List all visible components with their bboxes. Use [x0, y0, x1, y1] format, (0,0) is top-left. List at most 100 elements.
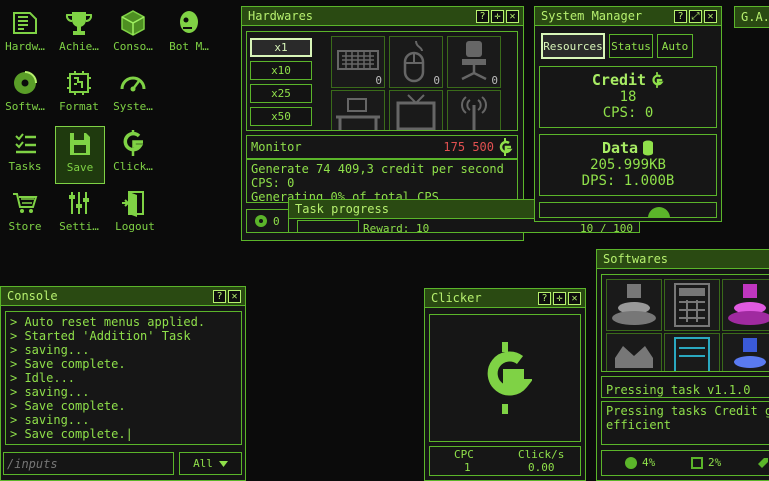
desktop-icon-label: Format [59, 100, 99, 113]
hardware-chair-item[interactable]: 0 [447, 36, 501, 88]
multiplier-x10-button[interactable]: x10 [250, 61, 312, 80]
click-area-button[interactable] [429, 314, 581, 442]
press-blue-icon [734, 338, 766, 368]
tag-icon [758, 458, 768, 468]
close-button[interactable]: ✕ [704, 9, 717, 23]
console-line: > saving... [10, 343, 90, 357]
gauge-icon [648, 207, 670, 217]
window-title: System Manager [541, 9, 643, 23]
desktop-icon-softwares[interactable]: Softw… [0, 66, 50, 113]
desktop-icon-label: Save [66, 161, 94, 174]
console-line: > saving... [10, 385, 90, 399]
hardwares-titlebar[interactable]: Hardwares ? ✛ ✕ [242, 7, 523, 26]
software-name-bar: Pressing task v1.1.0 [601, 376, 769, 398]
credit-icon [487, 342, 532, 414]
trophy-icon [54, 6, 104, 40]
tab-resources[interactable]: Resources [541, 33, 605, 59]
desktop-icon-label: Setti… [59, 220, 99, 233]
desktop-icon-label: Bot M… [169, 40, 209, 53]
close-button[interactable]: ✕ [506, 9, 519, 23]
system-manager-titlebar[interactable]: System Manager ? ⤢ ✕ [535, 7, 721, 26]
multiplier-x1-button[interactable]: x1 [250, 38, 312, 57]
software-item[interactable] [664, 333, 720, 371]
console-titlebar[interactable]: Console ? ✕ [1, 287, 245, 306]
desktop-icon-console[interactable]: Conso… [108, 6, 158, 53]
multiplier-x50-button[interactable]: x50 [250, 107, 312, 126]
software-item[interactable] [664, 279, 720, 331]
tv-icon [396, 94, 436, 130]
floppy-icon [56, 127, 104, 161]
desktop-icon-store[interactable]: Store [0, 186, 50, 233]
hardware-name: Monitor [251, 140, 302, 154]
credit-icon [499, 138, 513, 156]
data-panel: Data 205.999KB DPS: 1.000B [539, 134, 717, 196]
desktop-icon-achievements[interactable]: Achie… [54, 6, 104, 53]
desktop-icon-system[interactable]: Syste… [108, 66, 158, 113]
gauge-icon [108, 66, 158, 100]
software-item[interactable] [606, 279, 662, 331]
tab-status[interactable]: Status [609, 34, 653, 58]
desktop-icon-hardwares[interactable]: Hardw… [0, 6, 50, 53]
hardware-tv-item[interactable] [389, 90, 443, 130]
console-filter-select[interactable]: All [179, 452, 242, 475]
chip-icon [0, 6, 50, 40]
softwares-titlebar[interactable]: Softwares [597, 250, 769, 269]
software-item[interactable] [722, 333, 769, 371]
window-title: Hardwares [248, 9, 314, 23]
multiplier-x25-button[interactable]: x25 [250, 84, 312, 103]
press-icon [612, 284, 656, 325]
move-button[interactable]: ✛ [491, 9, 504, 23]
close-button[interactable]: ✕ [568, 291, 581, 305]
task-progress-count: 10 / 100 [580, 222, 633, 233]
help-button[interactable]: ? [213, 289, 226, 303]
system-manager-window: System Manager ? ⤢ ✕ Resources Status Au… [534, 6, 722, 222]
console-line: > Auto reset menus applied. [10, 315, 206, 329]
desktop-icon-tasks[interactable]: Tasks [0, 126, 50, 173]
hardware-grid: 0 0 0 [325, 32, 517, 130]
window-title: Console [7, 289, 58, 303]
data-label: Data [601, 139, 639, 157]
desktop-icon-save[interactable]: Save [55, 126, 105, 184]
hardware-antenna-item[interactable] [447, 90, 501, 130]
clicker-window: Clicker ? ✛ ✕ CPC 1 Click/s 0.00 [424, 288, 586, 481]
software-item[interactable] [606, 333, 662, 371]
help-button[interactable]: ? [674, 9, 687, 23]
desktop-icon-label: Tasks [8, 160, 42, 173]
chevron-down-icon [218, 460, 228, 467]
cpc-label: CPC [454, 448, 474, 461]
data-value: 205.999KB [590, 157, 666, 173]
desktop-icon-clicker[interactable]: Click… [108, 126, 158, 173]
desktop-icon-label: Store [8, 220, 42, 233]
console-line: > Started 'Addition' Task [10, 329, 191, 343]
credit-icon [652, 72, 664, 88]
help-button[interactable]: ? [538, 291, 551, 305]
robot-head-icon [164, 6, 214, 40]
desktop-icon-label: Conso… [113, 40, 153, 53]
console-input[interactable] [3, 452, 174, 475]
hardware-keyboard-item[interactable]: 0 [331, 36, 385, 88]
database-icon [643, 140, 654, 156]
calculator-icon [674, 283, 710, 327]
circuit-icon [54, 66, 104, 100]
hardware-cost: 175 500 [443, 140, 494, 154]
tab-auto[interactable]: Auto [657, 34, 693, 58]
cps-value: CPS: 0 [602, 105, 654, 121]
press-magenta-icon [728, 284, 769, 325]
desktop-icon-bot-manager[interactable]: Bot M… [164, 6, 214, 53]
desktop-icon-logout[interactable]: Logout [110, 186, 160, 233]
hardware-mouse-item[interactable]: 0 [389, 36, 443, 88]
desktop-icon-format[interactable]: Format [54, 66, 104, 113]
cpc-value: 1 [464, 461, 471, 474]
fullscreen-button[interactable]: ⤢ [689, 9, 702, 23]
close-button[interactable]: ✕ [228, 289, 241, 303]
ga-titlebar[interactable]: G.A. [735, 7, 769, 27]
clicker-titlebar[interactable]: Clicker ? ✛ ✕ [425, 289, 585, 308]
move-button[interactable]: ✛ [553, 291, 566, 305]
hardware-desk-item[interactable] [331, 90, 385, 130]
system-footer [539, 202, 717, 218]
console-line: > Save complete. [10, 399, 126, 413]
software-item[interactable] [722, 279, 769, 331]
desktop-icon-settings[interactable]: Setti… [54, 186, 104, 233]
desktop-icon-label: Syste… [113, 100, 153, 113]
help-button[interactable]: ? [476, 9, 489, 23]
